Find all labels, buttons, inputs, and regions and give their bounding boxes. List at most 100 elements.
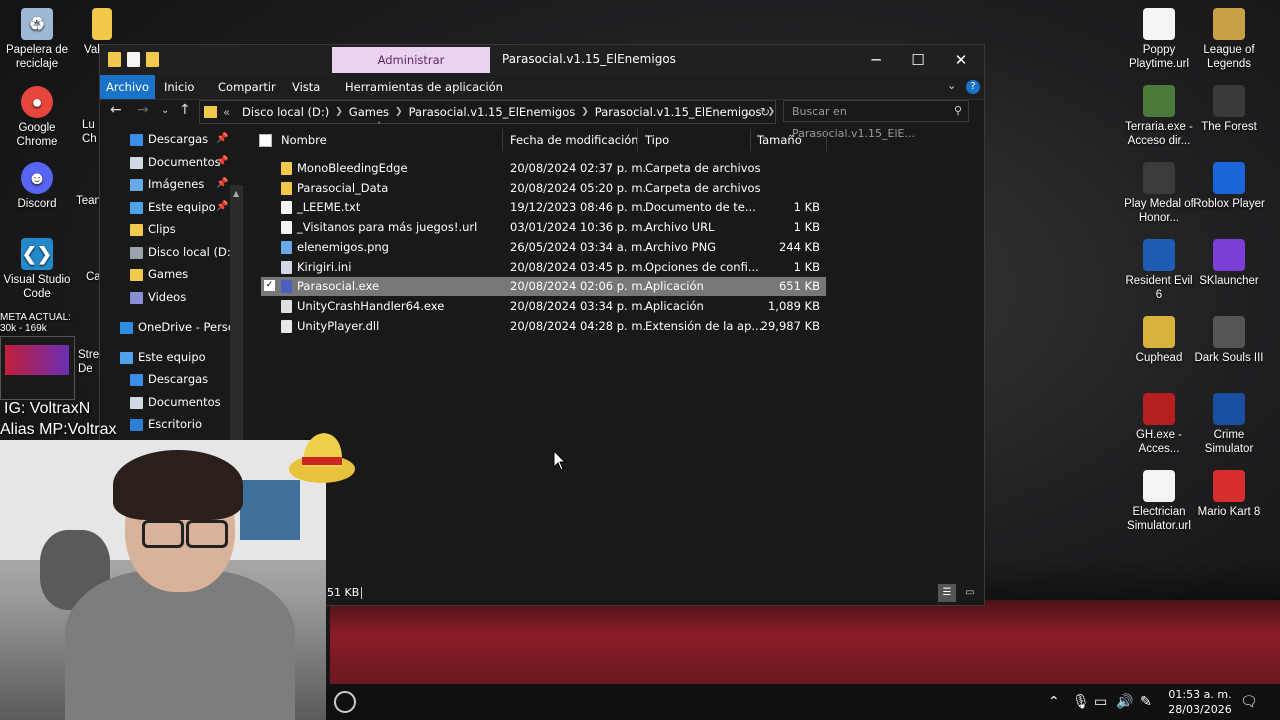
- row-checkbox[interactable]: ✓: [264, 280, 275, 292]
- file-row[interactable]: MonoBleedingEdge 20/08/2024 02:37 p. m. Ca…: [261, 159, 826, 178]
- sidebar-item[interactable]: Videos: [130, 286, 186, 308]
- desktop-icon-gh[interactable]: GH.exe - Acces...: [1122, 393, 1196, 456]
- file-row[interactable]: Parasocial_Data 20/08/2024 05:20 p. m. Car…: [261, 179, 826, 198]
- sidebar-item[interactable]: Escritorio: [130, 413, 202, 435]
- desktop-icon-document[interactable]: Poppy Playtime.url: [1122, 8, 1196, 71]
- notifications-icon[interactable]: 🗨: [1240, 694, 1258, 710]
- column-header-type[interactable]: Tipo: [645, 127, 669, 153]
- pin-icon[interactable]: 📌: [216, 201, 228, 212]
- obs-app-icon[interactable]: [334, 691, 356, 713]
- desktop-icon-discord[interactable]: ☻ Discord: [0, 162, 74, 211]
- clock[interactable]: 01:53 a. m. 28/03/2026: [1164, 687, 1236, 717]
- chevron-down-icon[interactable]: ⌄: [947, 79, 956, 92]
- network-icon[interactable]: ▭: [1094, 694, 1107, 710]
- sidebar-item[interactable]: OneDrive - Person: [120, 316, 242, 338]
- tab-inicio[interactable]: Inicio: [158, 75, 200, 99]
- up-arrow-icon[interactable]: ↑: [179, 102, 191, 118]
- breadcrumb-separator-icon[interactable]: ❯: [335, 107, 343, 117]
- breadcrumb-separator-icon[interactable]: ❯: [395, 107, 403, 117]
- desktop-icon-mario-kart[interactable]: Mario Kart 8: [1192, 470, 1266, 519]
- desktop-icon-medal[interactable]: Play Medal of Honor...: [1122, 162, 1196, 225]
- properties-icon[interactable]: [127, 52, 140, 67]
- select-all-checkbox[interactable]: [259, 134, 272, 147]
- desktop-icon-lol[interactable]: League of Legends: [1192, 8, 1266, 71]
- sidebar-item[interactable]: Descargas: [130, 368, 208, 390]
- title-bar[interactable]: Administrar Parasocial.v1.15_ElEnemigos …: [100, 45, 984, 75]
- column-header-name[interactable]: Nombre: [281, 127, 327, 153]
- sidebar-item[interactable]: Disco local (D:): [130, 241, 235, 263]
- manage-tab[interactable]: Administrar: [332, 47, 490, 73]
- navigation-scrollbar[interactable]: ▲: [230, 185, 243, 441]
- microphone-icon[interactable]: 🎙: [1072, 694, 1090, 710]
- sidebar-item[interactable]: Este equipo: [120, 346, 206, 368]
- sidebar-item[interactable]: Documentos: [130, 151, 221, 173]
- forward-arrow-icon[interactable]: →: [137, 102, 149, 118]
- column-separator[interactable]: [750, 129, 751, 151]
- new-folder-icon[interactable]: [146, 52, 159, 67]
- column-header-date[interactable]: Fecha de modificación: [510, 127, 639, 153]
- desktop-icon-resident-evil[interactable]: Resident Evil 6: [1122, 239, 1196, 302]
- sidebar-item[interactable]: Documentos: [130, 391, 221, 413]
- breadcrumb-separator-icon[interactable]: ❯: [581, 107, 589, 117]
- address-dropdown-icon[interactable]: ⌄: [745, 107, 753, 118]
- minimize-button[interactable]: ─: [855, 47, 897, 73]
- desktop-icon-forest[interactable]: The Forest: [1192, 85, 1266, 134]
- sidebar-item[interactable]: Imágenes: [130, 173, 204, 195]
- desktop-icon-vscode[interactable]: ❮❯ Visual Studio Code: [0, 238, 74, 301]
- desktop-icon-terraria[interactable]: Terraria.exe - Acceso dir...: [1122, 85, 1196, 148]
- file-row[interactable]: _Visitanos para más juegos!.url 03/01/202…: [261, 218, 826, 237]
- desktop-icon-dark-souls[interactable]: Dark Souls III: [1192, 316, 1266, 365]
- column-separator[interactable]: [826, 129, 827, 151]
- close-button[interactable]: ✕: [940, 47, 982, 73]
- desktop-icon-document[interactable]: Electrician Simulator.url: [1122, 470, 1196, 533]
- column-separator[interactable]: [637, 129, 638, 151]
- tab-archivo[interactable]: Archivo: [100, 75, 155, 99]
- desktop-icon-recycle-bin[interactable]: ♻ Papelera de reciclaje: [0, 8, 74, 71]
- file-row[interactable]: UnityCrashHandler64.exe 20/08/2024 03:34 …: [261, 297, 826, 316]
- breadcrumb-segment[interactable]: Disco local (D:): [242, 105, 329, 119]
- file-row[interactable]: _LEEME.txt 19/12/2023 08:46 p. m. Document…: [261, 198, 826, 217]
- sidebar-item[interactable]: Este equipo: [130, 196, 216, 218]
- volume-icon[interactable]: 🔊: [1116, 694, 1133, 710]
- desktop-icon-partial[interactable]: Val: [72, 8, 112, 57]
- file-name-cell: Parasocial.exe: [281, 277, 379, 296]
- file-date: 20/08/2024 04:28 p. m.: [510, 318, 647, 333]
- recent-chevron-icon[interactable]: ⌄: [161, 105, 169, 116]
- pin-icon[interactable]: 📌: [216, 178, 228, 189]
- refresh-icon[interactable]: ↻: [760, 105, 770, 119]
- details-view-icon[interactable]: ☰: [938, 584, 956, 602]
- help-icon[interactable]: ?: [966, 80, 980, 94]
- desktop-icon-crime[interactable]: Crime Simulator: [1192, 393, 1266, 456]
- file-row[interactable]: elenemigos.png 26/05/2024 03:34 a. m. Arch…: [261, 238, 826, 257]
- file-row[interactable]: UnityPlayer.dll 20/08/2024 04:28 p. m. Ext…: [261, 317, 826, 336]
- file-row[interactable]: ✓ Parasocial.exe 20/08/2024 02:06 p. m. Apl…: [261, 277, 826, 297]
- desktop-icon-chrome[interactable]: ● Google Chrome: [0, 86, 74, 149]
- sidebar-item[interactable]: Games: [130, 263, 188, 285]
- pen-icon[interactable]: ✎: [1140, 694, 1152, 710]
- search-input[interactable]: Buscar en Parasocial.v1.15_ElE...: [783, 100, 969, 140]
- file-row[interactable]: Kirigiri.ini 20/08/2024 03:45 p. m. Opcion…: [261, 258, 826, 277]
- large-icons-view-icon[interactable]: ▭: [961, 584, 979, 602]
- folder-icon[interactable]: [108, 52, 121, 67]
- desktop-icon-label: Discord: [17, 198, 57, 210]
- tab-herramientas[interactable]: Herramientas de aplicación: [339, 75, 509, 99]
- breadcrumb-segment[interactable]: Games: [349, 105, 389, 119]
- maximize-button[interactable]: ☐: [897, 47, 939, 73]
- desktop-icon-sklauncher[interactable]: SKlauncher: [1192, 239, 1266, 288]
- column-header-size[interactable]: Tamaño: [757, 127, 802, 153]
- back-arrow-icon[interactable]: ←: [110, 102, 122, 118]
- desktop-icon-cuphead[interactable]: Cuphead: [1122, 316, 1196, 365]
- breadcrumb-segment[interactable]: Parasocial.v1.15_ElEnemigos: [595, 105, 762, 119]
- column-separator[interactable]: [502, 129, 503, 151]
- address-bar[interactable]: « Disco local (D:) ❯ Games ❯ Parasocial.…: [199, 100, 776, 124]
- address-overflow[interactable]: «: [223, 105, 230, 119]
- pin-icon[interactable]: 📌: [216, 133, 228, 144]
- tab-compartir[interactable]: Compartir: [212, 75, 282, 99]
- sidebar-item[interactable]: Clips: [130, 218, 176, 240]
- pin-icon[interactable]: 📌: [216, 156, 228, 167]
- breadcrumb-segment[interactable]: Parasocial.v1.15_ElEnemigos: [409, 105, 576, 119]
- sidebar-item[interactable]: Descargas: [130, 128, 208, 150]
- desktop-icon-roblox[interactable]: Roblox Player: [1192, 162, 1266, 211]
- tab-vista[interactable]: Vista: [286, 75, 326, 99]
- chevron-up-icon[interactable]: ⌃: [1048, 694, 1060, 710]
